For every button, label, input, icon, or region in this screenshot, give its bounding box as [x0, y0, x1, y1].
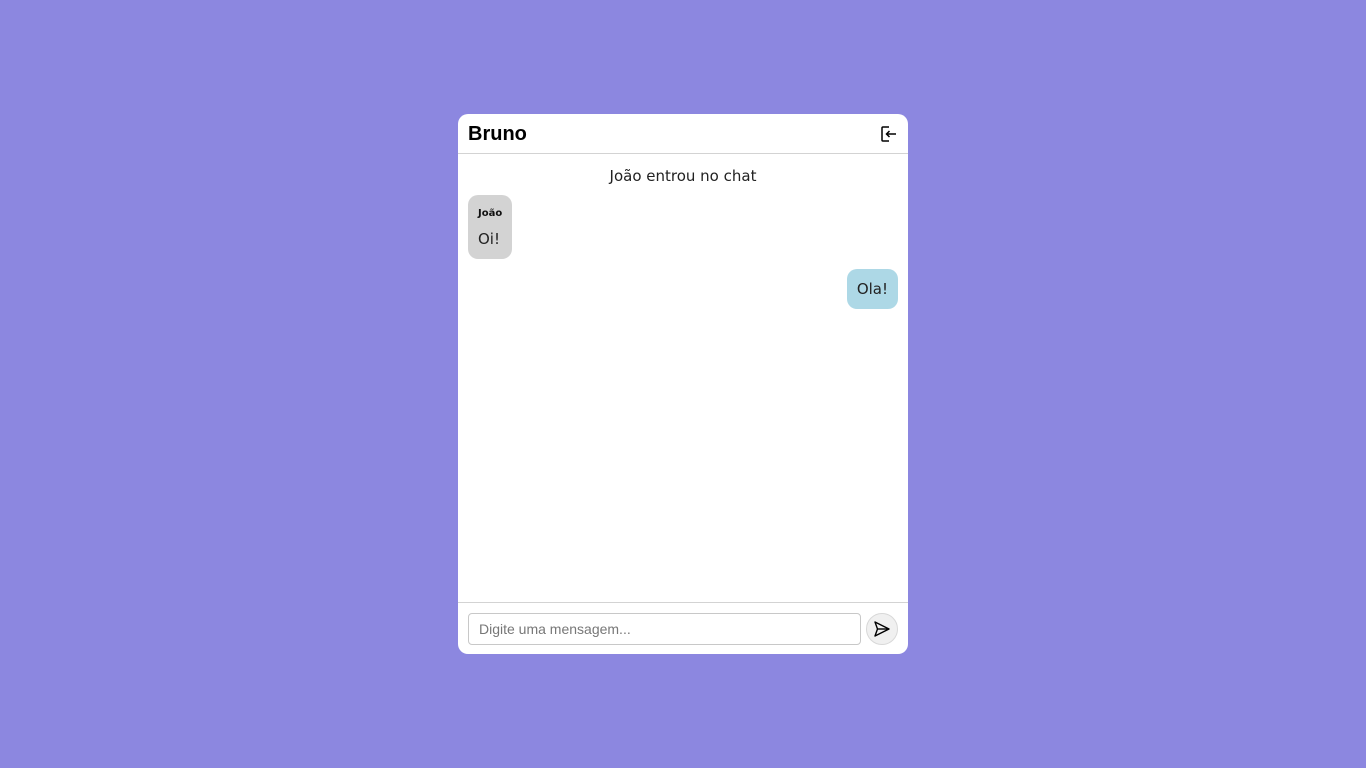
messages-area[interactable]: João entrou no chat João Oi! Ola! [458, 154, 908, 602]
received-message-bubble: João Oi! [468, 195, 513, 259]
chat-title: Bruno [468, 123, 527, 145]
send-icon [874, 620, 890, 637]
message-text: Ola! [856, 280, 888, 298]
message-row-sent: Ola! [468, 269, 898, 309]
system-message: João entrou no chat [609, 167, 757, 185]
send-button[interactable] [866, 612, 898, 645]
sent-message-bubble: Ola! [846, 269, 898, 309]
logout-button[interactable] [878, 124, 898, 144]
logout-icon [881, 125, 896, 142]
chat-footer [458, 602, 908, 654]
chat-header: Bruno [458, 114, 908, 154]
sender-name: João [478, 208, 503, 219]
message-row-received: João Oi! [468, 195, 898, 259]
message-input[interactable] [468, 612, 861, 645]
message-text: Oi! [478, 230, 500, 248]
chat-window: Bruno João entrou no chat João Oi! Ola! [458, 114, 908, 654]
